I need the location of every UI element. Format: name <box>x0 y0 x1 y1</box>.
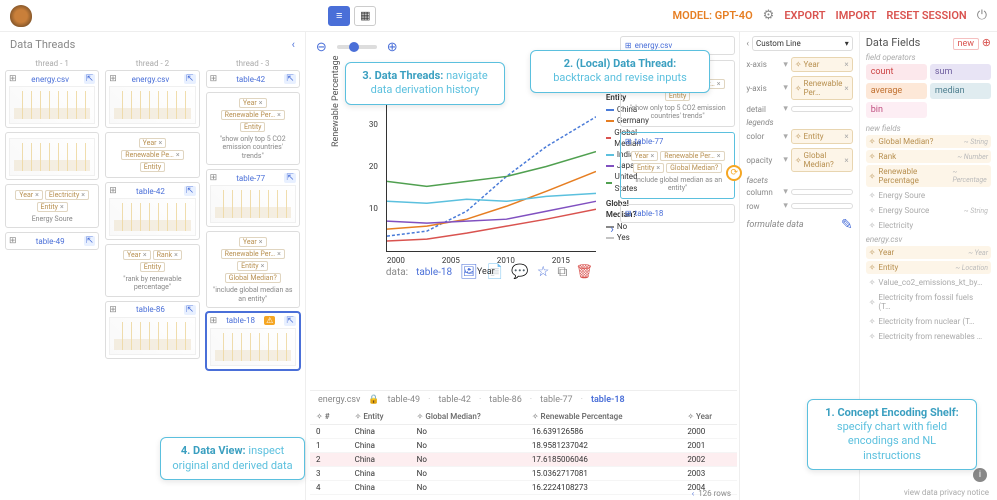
threads-title: Data Threads <box>10 38 75 51</box>
copy-icon[interactable]: ⧉ <box>557 264 567 280</box>
op-bin[interactable]: bin <box>866 102 927 118</box>
field-row[interactable]: ✧ Entity~ Location <box>866 261 991 274</box>
thread-card[interactable]: ⊞table-86⇱ <box>105 301 199 359</box>
field-row[interactable]: ✧ Electricity from fossil fuels (T… <box>866 291 991 313</box>
op-average[interactable]: average <box>866 83 927 99</box>
power-icon[interactable]: ⏻ <box>977 8 987 23</box>
callout-1: 1. Concept Encoding Shelf: specify chart… <box>807 399 977 470</box>
zoom-out-icon[interactable]: ⊖ <box>316 40 327 55</box>
table-row[interactable]: 1ChinaNo18.95812370422001 <box>310 439 737 453</box>
column-field[interactable] <box>791 189 853 195</box>
thread-card[interactable]: ⊞table-42⇱ <box>206 70 300 88</box>
warn-icon: ⚠ <box>264 316 275 325</box>
thread-col-2-header: thread - 2 <box>105 57 199 70</box>
color-field[interactable]: ✧ Entity× <box>791 129 853 144</box>
op-sum[interactable]: sum <box>930 64 991 80</box>
collapse-threads-icon[interactable]: ‹ <box>292 38 295 51</box>
callout-3: 3. Data Threads: navigate data derivatio… <box>345 62 505 105</box>
image-icon[interactable]: 🖼 <box>460 264 478 280</box>
thread-card[interactable]: Year×Renewable Per…×Entity×Global Median… <box>206 231 300 308</box>
main-chart: 40 30 20 10 2000 2005 2010 2015 Year <box>386 82 596 252</box>
dv-tab[interactable]: table-86 <box>489 395 521 405</box>
thread-card[interactable]: ⊞table-77⇱ <box>206 169 300 227</box>
data-view: energy.csv🔒 table-49· table-42· table-86… <box>310 390 737 500</box>
x-axis-label: Year <box>477 267 495 277</box>
table-row[interactable]: 2ChinaNo17.61850060462002 <box>310 453 737 467</box>
thread-card[interactable]: Year×Renewable Pe…×Entity <box>105 132 199 178</box>
field-row[interactable]: ✧ Global Median?~ String <box>866 135 991 148</box>
add-icon[interactable]: ⊕ <box>982 36 991 49</box>
thread-col-3-header: thread - 3 <box>206 57 300 70</box>
prev-page-icon[interactable]: ‹ <box>692 489 694 498</box>
table-row[interactable]: 4ChinaNo16.22241082732004 <box>310 481 737 495</box>
field-row[interactable]: ✧ Renewable Percentage~ Percentage <box>866 165 991 187</box>
callout-2: 2. (Local) Data Thread: backtrack and re… <box>530 50 710 93</box>
callout-4: 4. Data View: inspect original and deriv… <box>160 437 305 480</box>
thread-card[interactable] <box>5 132 99 180</box>
thread-card[interactable]: ⊞energy.csv⇱ <box>5 70 99 128</box>
xaxis-field[interactable]: ✧ Year× <box>791 57 853 72</box>
dv-tab[interactable]: energy.csv <box>318 395 360 405</box>
thread-card[interactable]: Year×Rank×Entity "rank by renewable perc… <box>105 244 199 297</box>
field-row[interactable]: ✧ Energy Source~ String <box>866 204 991 217</box>
op-median[interactable]: median <box>930 83 991 99</box>
view-list-button[interactable]: ≡ <box>328 6 350 26</box>
thread-card[interactable]: ⊞table-42⇱ <box>105 182 199 240</box>
table-icon: ⊞ <box>9 74 17 84</box>
opacity-field[interactable]: ✧ Global Median?× <box>791 148 853 172</box>
detail-field[interactable] <box>791 106 853 112</box>
thread-card-selected[interactable]: ⊞table-18⚠⇱ <box>206 312 300 370</box>
table-row[interactable]: 0ChinaNo16.6391265862000 <box>310 425 737 439</box>
dv-tab[interactable]: table-49 <box>388 395 420 405</box>
view-grid-button[interactable]: ▦ <box>354 6 376 26</box>
reset-session-link[interactable]: RESET SESSION <box>886 9 966 22</box>
field-row[interactable]: ✧ Value_co2_emissions_kt_by… <box>866 276 991 289</box>
field-row[interactable]: ✧ Year~ Year <box>866 246 991 259</box>
dv-tab[interactable]: table-42 <box>438 395 470 405</box>
yaxis-field[interactable]: ✧ Renewable Per…× <box>791 76 853 100</box>
delete-icon[interactable]: 🗑 <box>575 264 593 280</box>
settings-icon[interactable]: ⚙ <box>763 8 775 23</box>
row-field[interactable] <box>791 203 853 209</box>
star-icon[interactable]: ☆ <box>537 264 550 280</box>
field-row[interactable]: ✧ Rank~ Number <box>866 150 991 163</box>
local-card[interactable]: ⊞table-77 Year×Renewable Per…×Entity×Glo… <box>620 132 735 199</box>
formulate-icon[interactable]: ✎ <box>841 217 853 233</box>
field-row[interactable]: ✧ Energy Soure <box>866 189 991 202</box>
zoom-in-icon[interactable]: ⊕ <box>387 40 398 55</box>
chat-icon[interactable]: 💬 <box>511 264 528 280</box>
field-row[interactable]: ✧ Electricity from nuclear (T… <box>866 315 991 328</box>
expand-right-icon[interactable]: › <box>610 222 614 236</box>
export-link[interactable]: EXPORT <box>784 9 825 22</box>
thread-card[interactable]: ⊞energy.csv⇱ <box>105 70 199 128</box>
op-count[interactable]: count <box>866 64 927 80</box>
privacy-link[interactable]: view data privacy notice <box>904 488 989 497</box>
chart-type-select[interactable]: Custom Line▾ <box>752 36 853 51</box>
new-field-button[interactable]: new <box>953 38 980 50</box>
app-logo <box>10 5 32 27</box>
y-axis-label: Renewable Percentage <box>331 56 341 147</box>
thread-card[interactable]: Year×Electricity×Entity× Energy Soure <box>5 184 99 228</box>
fields-title: Data Fields <box>866 36 921 49</box>
dv-tab-active[interactable]: table-18 <box>591 395 625 405</box>
thread-col-1-header: thread - 1 <box>5 57 99 70</box>
branch-icon[interactable]: ⇱ <box>84 74 96 84</box>
data-table: ✧ #✧ Entity✧ Global Median?✧ Renewable P… <box>310 409 737 495</box>
collapse-shelf-icon[interactable]: ‹ <box>746 39 749 49</box>
field-row[interactable]: ✧ Electricity from renewables … <box>866 330 991 343</box>
zoom-slider[interactable] <box>337 45 377 49</box>
chart-source-link[interactable]: table-18 <box>416 267 452 278</box>
field-row[interactable]: ✧ Electricity <box>866 219 991 232</box>
table-row[interactable]: 3ChinaNo15.03627170812003 <box>310 467 737 481</box>
import-link[interactable]: IMPORT <box>836 9 877 22</box>
local-card[interactable]: ⊞table-18 <box>620 204 735 223</box>
thread-card[interactable]: ⊞table-49⇱ <box>5 232 99 250</box>
thread-card[interactable]: Year×Renewable Per…×Entity "show only to… <box>206 92 300 165</box>
info-icon[interactable]: i <box>973 468 987 482</box>
dv-tab[interactable]: table-77 <box>540 395 572 405</box>
model-label[interactable]: MODEL: GPT-4O <box>673 9 753 22</box>
